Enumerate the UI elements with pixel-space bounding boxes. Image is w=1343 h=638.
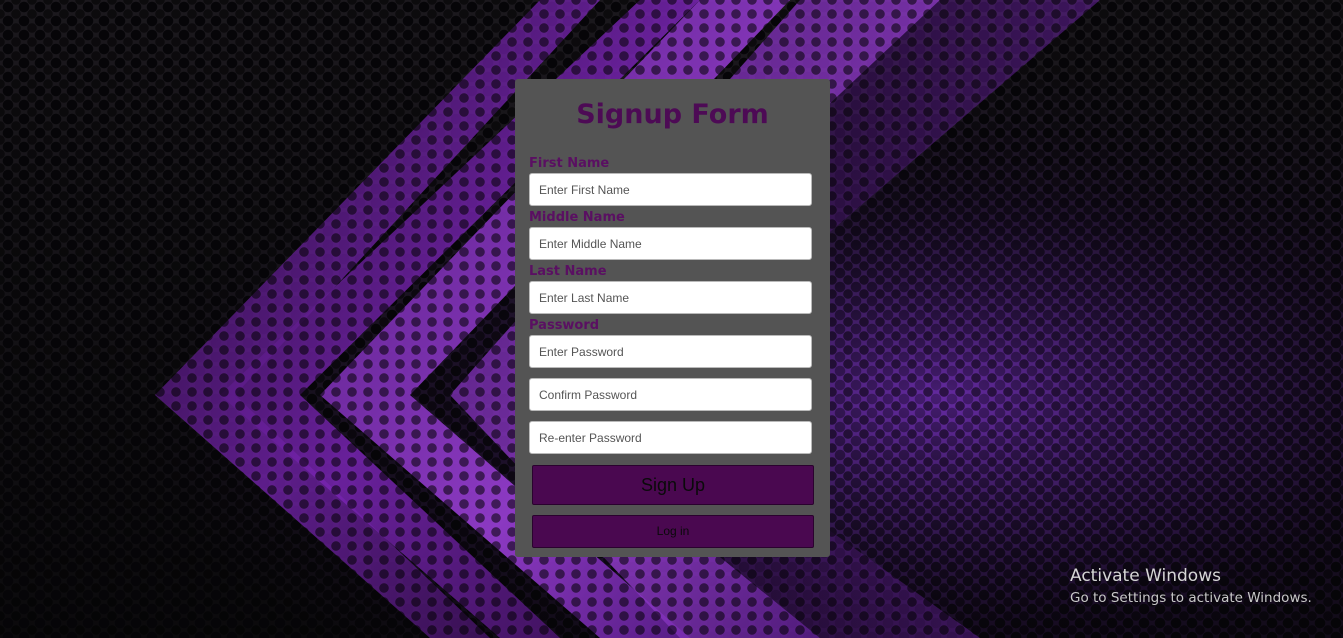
form-title: Signup Form <box>576 99 769 130</box>
log-in-button[interactable]: Log in <box>532 515 814 548</box>
first-name-label: First Name <box>529 156 610 171</box>
confirm-password-input[interactable] <box>529 378 812 411</box>
watermark-title: Activate Windows <box>1070 566 1221 586</box>
reenter-password-input[interactable] <box>529 421 812 454</box>
signup-form-card: Signup Form First Name Middle Name Last … <box>515 79 830 557</box>
watermark-subtitle: Go to Settings to activate Windows. <box>1070 590 1312 606</box>
password-label: Password <box>529 318 600 333</box>
activate-windows-watermark: Activate Windows Go to Settings to activ… <box>1070 566 1312 606</box>
last-name-label: Last Name <box>529 264 607 279</box>
last-name-input[interactable] <box>529 281 812 314</box>
middle-name-input[interactable] <box>529 227 812 260</box>
middle-name-label: Middle Name <box>529 210 625 225</box>
first-name-input[interactable] <box>529 173 812 206</box>
password-input[interactable] <box>529 335 812 368</box>
sign-up-button[interactable]: Sign Up <box>532 465 814 505</box>
